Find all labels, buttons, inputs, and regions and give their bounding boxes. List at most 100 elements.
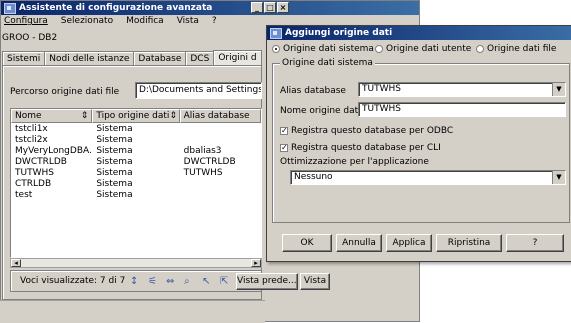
- table-row[interactable]: test Sistema: [11, 190, 261, 201]
- cell-type: Sistema: [96, 190, 133, 200]
- status-count: Voci visualizzate: 7 di 7: [20, 276, 126, 286]
- menu-selezionato[interactable]: Selezionato: [59, 16, 115, 26]
- col-header-alias-label: Alias database: [183, 111, 250, 121]
- dialog-titlebar[interactable]: Aggiungi origine dati: [267, 26, 571, 40]
- table-header: Nome ⇕ Tipo origine dati ⇕ Alias databas…: [11, 109, 261, 123]
- group-title: Origine dati sistema: [280, 58, 375, 68]
- cli-checkbox[interactable]: ✓ Registra questo database per CLI: [280, 143, 441, 153]
- cell-name: tstcli2x: [15, 135, 48, 145]
- alias-value: TUTWHS: [362, 84, 401, 94]
- view-preset-button[interactable]: Vista prede... ▴: [236, 273, 298, 290]
- app-window-icon: [4, 2, 16, 14]
- alias-label: Alias database: [280, 86, 346, 96]
- optimize-select[interactable]: Nessuno ▼: [290, 170, 566, 185]
- scroll-left-icon[interactable]: ◂: [11, 259, 21, 267]
- find-icon[interactable]: ⌕: [184, 276, 190, 287]
- minimize-button[interactable]: _: [251, 2, 263, 13]
- columns-icon[interactable]: ⇔: [166, 276, 174, 287]
- deselect-icon[interactable]: ⇱: [220, 276, 228, 287]
- cell-name: test: [15, 190, 33, 200]
- col-header-tipo[interactable]: Tipo origine dati ⇕: [92, 109, 180, 123]
- dialog-title: Aggiungi origine dati: [285, 28, 393, 38]
- optimize-value: Nessuno: [294, 172, 333, 182]
- tab-dcs[interactable]: DCS: [185, 51, 215, 66]
- menu-configura[interactable]: Configura: [2, 16, 50, 26]
- radio-system[interactable]: Origine dati sistema: [272, 44, 374, 54]
- table-row[interactable]: CTRLDB Sistema: [11, 179, 261, 190]
- dialog-app-icon: [270, 27, 282, 39]
- table-row[interactable]: TUTWHS Sistema TUTWHS: [11, 168, 261, 179]
- reset-button[interactable]: Ripristina: [436, 234, 502, 252]
- tab-sistemi[interactable]: Sistemi: [2, 51, 46, 66]
- odbc-checkbox-label: Registra questo database per ODBC: [291, 126, 454, 136]
- radio-user[interactable]: Origine dati utente: [375, 44, 471, 54]
- cell-alias: [180, 190, 261, 201]
- cell-alias: TUTWHS: [183, 168, 223, 178]
- table-row[interactable]: tstcli1x Sistema: [11, 124, 261, 135]
- help-button[interactable]: ?: [506, 234, 564, 252]
- table-row[interactable]: MyVeryLongDBA... Sistema dbalias3: [11, 146, 261, 157]
- sort-icon: ⇕: [169, 111, 177, 121]
- cell-type: Sistema: [96, 179, 133, 189]
- radio-icon: [375, 45, 383, 53]
- view-button[interactable]: Vista: [300, 273, 330, 290]
- checkmark-icon: ✓: [280, 126, 288, 135]
- cell-name: MyVeryLongDBA...: [15, 146, 93, 156]
- ok-button[interactable]: OK: [282, 234, 332, 252]
- alias-select[interactable]: TUTWHS ▼: [358, 82, 566, 97]
- name-label: Nome origine dati: [280, 106, 361, 116]
- window-controls: _ □ ×: [251, 2, 289, 13]
- path-label: Percorso origine dati file: [10, 87, 120, 97]
- tab-nodi-istanze[interactable]: Nodi delle istanze: [44, 51, 135, 66]
- horizontal-scrollbar[interactable]: ◂ ▸: [10, 258, 262, 268]
- cli-checkbox-label: Registra questo database per CLI: [291, 143, 441, 153]
- tab-database[interactable]: Database: [133, 51, 187, 66]
- table-row[interactable]: tstcli2x Sistema: [11, 135, 261, 146]
- odbc-checkbox[interactable]: ✓ Registra questo database per ODBC: [280, 126, 453, 136]
- col-header-tipo-label: Tipo origine dati: [96, 111, 170, 121]
- cell-name: tstcli1x: [15, 124, 48, 134]
- cell-name: DWCTRLDB: [15, 157, 67, 167]
- sort-ascending-icon[interactable]: ↕: [130, 276, 138, 287]
- cell-type: Sistema: [96, 146, 133, 156]
- chevron-down-icon[interactable]: ▼: [552, 83, 565, 96]
- chevron-down-icon[interactable]: ▼: [552, 171, 565, 184]
- menu-help[interactable]: ?: [210, 16, 219, 26]
- cell-type: Sistema: [96, 168, 133, 178]
- view-preset-label: Vista prede...: [237, 276, 297, 286]
- cell-alias: [180, 124, 261, 135]
- sort-icon: ⇕: [80, 111, 89, 121]
- scroll-right-icon[interactable]: ▸: [251, 259, 261, 267]
- radio-file[interactable]: Origine dati file: [476, 44, 556, 54]
- cell-type: Sistema: [96, 157, 133, 167]
- maximize-button[interactable]: □: [264, 2, 276, 13]
- checkmark-icon: ✓: [280, 143, 288, 152]
- datasource-name-input[interactable]: TUTWHS: [358, 102, 566, 117]
- menu-vista[interactable]: Vista: [175, 16, 201, 26]
- cell-type: Sistema: [96, 135, 133, 145]
- menu-modifica[interactable]: Modifica: [124, 16, 166, 26]
- window-footer: [0, 300, 265, 323]
- tab-origini-dati[interactable]: Origini d: [213, 50, 262, 65]
- filter-icon[interactable]: ⚟: [148, 276, 157, 287]
- cell-alias: [180, 179, 261, 190]
- cell-alias: dbalias3: [183, 146, 222, 156]
- cell-name: CTRLDB: [15, 179, 52, 189]
- main-titlebar[interactable]: Assistente di configurazione avanzata: [1, 1, 419, 15]
- select-icon[interactable]: ↖: [202, 276, 210, 287]
- radio-user-label: Origine dati utente: [386, 44, 472, 54]
- apply-button[interactable]: Applica: [386, 234, 432, 252]
- col-header-nome-label: Nome: [15, 111, 42, 121]
- radio-icon: [476, 45, 484, 53]
- optimize-label: Ottimizzazione per l'applicazione: [280, 157, 429, 167]
- path-field[interactable]: D:\Documents and Settings\: [135, 82, 262, 99]
- close-button[interactable]: ×: [277, 2, 289, 13]
- col-header-alias[interactable]: Alias database: [179, 109, 261, 123]
- table-row[interactable]: DWCTRLDB Sistema DWCTRLDB: [11, 157, 261, 168]
- cancel-button[interactable]: Annulla: [336, 234, 382, 252]
- cell-alias: [180, 135, 261, 146]
- cell-alias: DWCTRLDB: [183, 157, 236, 167]
- data-sources-table: Nome ⇕ Tipo origine dati ⇕ Alias databas…: [10, 108, 262, 258]
- radio-file-label: Origine dati file: [487, 44, 557, 54]
- col-header-nome[interactable]: Nome ⇕: [11, 109, 93, 123]
